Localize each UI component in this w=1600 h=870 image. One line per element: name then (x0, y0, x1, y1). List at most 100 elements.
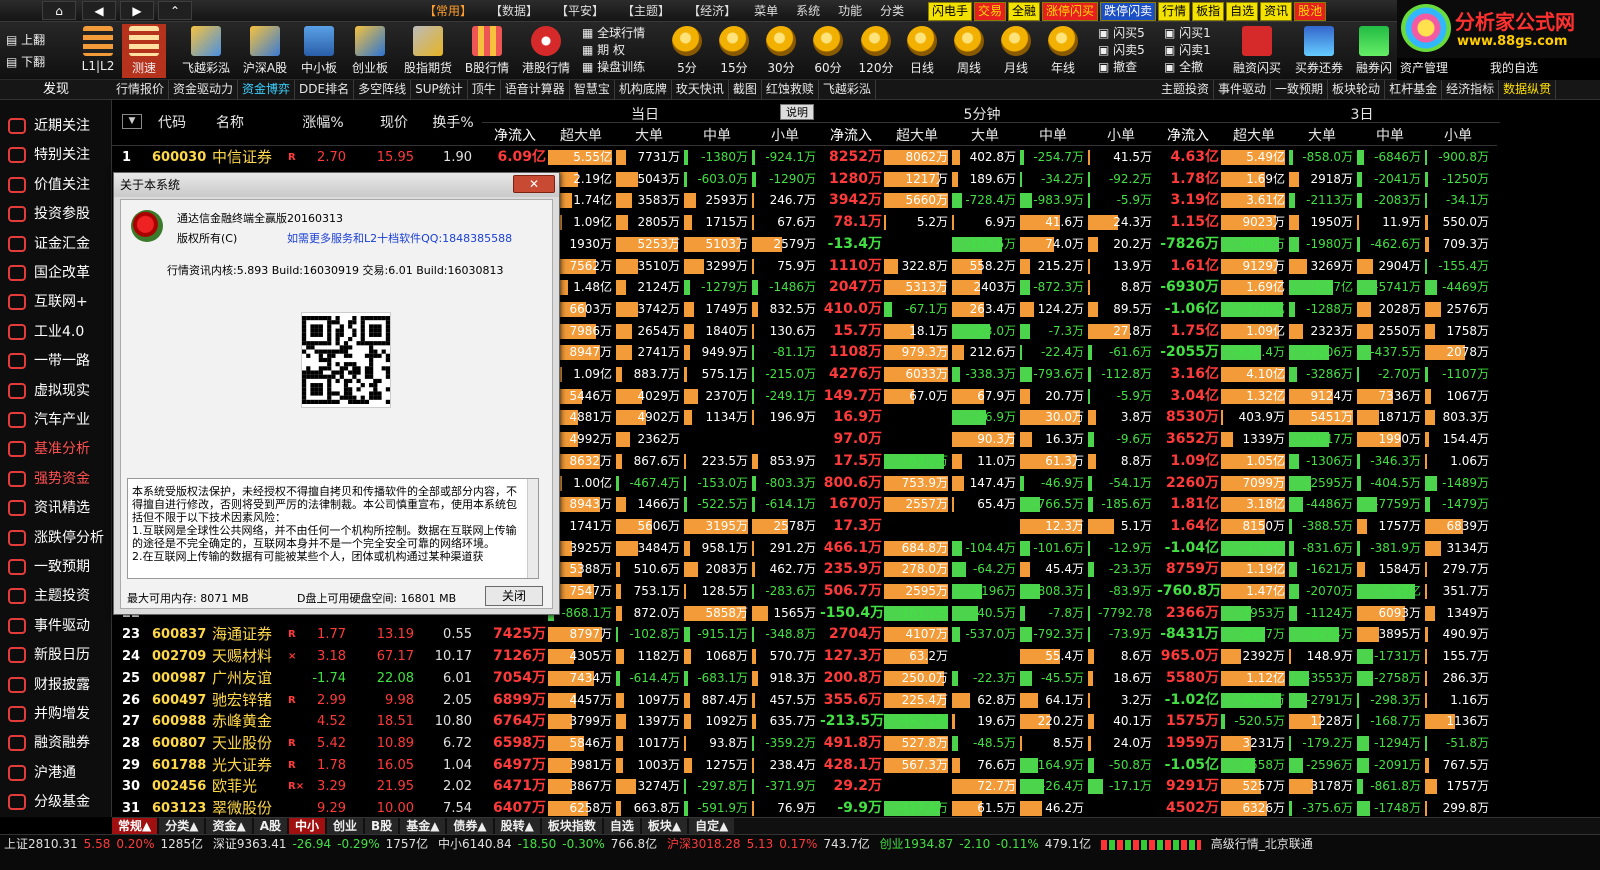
sidebar-item-7[interactable]: 工业4.0 (0, 318, 112, 347)
margin-flash-buy-button[interactable]: 融资闪买 (1228, 24, 1286, 78)
period-60m-button[interactable]: 60分 (809, 24, 847, 78)
quick-flash-hand[interactable]: 闪电手 (928, 2, 973, 21)
quick-watchlist[interactable]: 自选 (1226, 2, 1259, 21)
tab-left-13[interactable]: 飞越彩泓 (819, 80, 876, 99)
sme-board-button[interactable]: 中小板 (298, 24, 340, 78)
service-link[interactable]: 如需更多服务和L2十档软件QQ:1848385588 (287, 230, 512, 246)
sidebar-item-10[interactable]: 汽车产业 (0, 406, 112, 435)
tab-left-11[interactable]: 截图 (729, 80, 762, 99)
bottom-tab-3[interactable]: A股 (253, 818, 287, 834)
flow-header-0-4[interactable]: 小单 (752, 125, 818, 145)
tab-right-0[interactable]: 主题投资 (1157, 80, 1215, 99)
header-change-pct[interactable]: 涨幅% (298, 112, 348, 132)
table-row[interactable]: 24 002709 天赐材料 × 3.18 67.17 10.17 7126万 4305万 118… (112, 646, 1497, 667)
speed-test-button[interactable]: 测速 (122, 24, 166, 78)
back-icon[interactable]: ◀ (82, 1, 116, 20)
tab-right-4[interactable]: 杠杆基金 (1385, 80, 1443, 99)
sidebar-item-13[interactable]: 资讯精选 (0, 494, 112, 523)
b-share-button[interactable]: B股行情 (462, 24, 512, 78)
gem-board-button[interactable]: 创业板 (348, 24, 392, 78)
menu-category[interactable]: 分类 (871, 2, 913, 20)
close-button[interactable]: 关闭 (485, 586, 543, 606)
page-up-button[interactable]: ▤ 上翻 (6, 32, 45, 49)
collapse-icon[interactable]: ⌃ (158, 1, 192, 20)
flash-buy1-button[interactable]: ▣ 闪买1 (1164, 25, 1211, 42)
my-watchlist-button[interactable]: 我的自选 (1490, 60, 1538, 77)
flow-header-1-0[interactable]: 净流入 (820, 125, 882, 145)
menu-data[interactable]: 【数据】 (481, 2, 547, 20)
sidebar-item-15[interactable]: 一致预期 (0, 553, 112, 582)
sidebar-item-14[interactable]: 涨跌停分析 (0, 524, 112, 553)
page-down-button[interactable]: ▤ 下翻 (6, 54, 45, 71)
tab-left-9[interactable]: 机构底牌 (615, 80, 672, 99)
sh-sz-a-button[interactable]: 沪深A股 (240, 24, 290, 78)
bottom-tab-5[interactable]: 创业 (327, 818, 364, 834)
flow-header-2-4[interactable]: 小单 (1425, 125, 1491, 145)
flow-header-2-2[interactable]: 大单 (1289, 125, 1355, 145)
sidebar-item-16[interactable]: 主题投资 (0, 582, 112, 611)
header-name[interactable]: 名称 (208, 112, 252, 132)
asset-mgmt-button[interactable]: 资产管理 (1400, 60, 1448, 77)
menu-function[interactable]: 功能 (829, 2, 871, 20)
flow-header-2-1[interactable]: 超大单 (1221, 125, 1287, 145)
sidebar-item-4[interactable]: 证金汇金 (0, 230, 112, 259)
period-5m-button[interactable]: 5分 (668, 24, 706, 78)
bottom-tab-9[interactable]: 股转▲ (494, 818, 540, 834)
flow-header-0-1[interactable]: 超大单 (548, 125, 614, 145)
period-120m-button[interactable]: 120分 (854, 24, 898, 78)
flow-header-1-4[interactable]: 小单 (1088, 125, 1154, 145)
quick-news[interactable]: 资讯 (1260, 2, 1293, 21)
bottom-tab-13[interactable]: 自定▲ (689, 818, 735, 834)
period-week-button[interactable]: 周线 (950, 24, 988, 78)
menu-common[interactable]: 【常用】 (415, 2, 481, 20)
sidebar-item-2[interactable]: 价值关注 (0, 171, 112, 200)
sidebar-item-12[interactable]: 强势资金 (0, 465, 112, 494)
tab-left-6[interactable]: 顶牛 (468, 80, 501, 99)
sidebar-item-6[interactable]: 互联网+ (0, 288, 112, 317)
sidebar-item-0[interactable]: 近期关注 (0, 112, 112, 141)
dialog-close-icon[interactable]: ✕ (513, 175, 555, 193)
period-year-button[interactable]: 年线 (1044, 24, 1082, 78)
flow-header-2-3[interactable]: 中单 (1357, 125, 1423, 145)
table-row[interactable]: 31 603123 翠微股份 9.29 10.00 7.54 6407万 6258万 663.8… (112, 798, 1497, 819)
trade-training-button[interactable]: ▦ 操盘训练 (582, 59, 645, 76)
quick-limit-down-sell[interactable]: 跌停闪卖 (1100, 2, 1157, 21)
tab-left-0[interactable]: 行情报价 (112, 80, 170, 99)
hk-stocks-button[interactable]: 港股行情 (520, 24, 572, 78)
flow-header-1-1[interactable]: 超大单 (884, 125, 950, 145)
header-turnover[interactable]: 换手% (428, 112, 478, 132)
flash-sell5-button[interactable]: ▣ 闪卖5 (1098, 42, 1145, 59)
bottom-tab-10[interactable]: 板块指数 (541, 818, 602, 834)
table-row[interactable]: 26 600497 驰宏锌锗 R 2.99 9.98 2.05 6899万 4457万 1097万… (112, 690, 1497, 711)
sidebar-item-20[interactable]: 并购增发 (0, 700, 112, 729)
flash-buy5-button[interactable]: ▣ 闪买5 (1098, 25, 1145, 42)
quick-index[interactable]: 板指 (1192, 2, 1225, 21)
global-quotes-button[interactable]: ▦ 全球行情 (582, 25, 645, 42)
tab-right-5[interactable]: 经济指标 (1442, 80, 1500, 99)
quick-limit-up-buy[interactable]: 涨停闪买 (1042, 2, 1099, 21)
flow-header-0-3[interactable]: 中单 (684, 125, 750, 145)
menu-menu[interactable]: 菜单 (745, 2, 787, 20)
tab-left-1[interactable]: 资金驱动力 (169, 80, 239, 99)
table-row[interactable]: 1 600030 中信证券 R 2.70 15.95 1.90 6.09亿 5.55亿 7731万… (112, 147, 1497, 168)
flow-header-0-2[interactable]: 大单 (616, 125, 682, 145)
period-30m-button[interactable]: 30分 (762, 24, 800, 78)
sidebar-item-17[interactable]: 事件驱动 (0, 612, 112, 641)
tab-left-2[interactable]: 资金博弈 (238, 80, 296, 99)
sidebar-item-3[interactable]: 投资参股 (0, 200, 112, 229)
sidebar-item-8[interactable]: 一带一路 (0, 347, 112, 376)
sidebar-item-22[interactable]: 沪港通 (0, 759, 112, 788)
quick-quotes[interactable]: 行情 (1158, 2, 1191, 21)
bottom-tab-12[interactable]: 板块▲ (641, 818, 688, 834)
bottom-tab-4[interactable]: 中小 (289, 818, 326, 834)
flow-header-1-2[interactable]: 大单 (952, 125, 1018, 145)
server-name[interactable]: 高级行情_北京联通 (1211, 837, 1313, 851)
quick-trade[interactable]: 交易 (974, 2, 1007, 21)
license-scrollbar[interactable] (527, 479, 538, 578)
tab-left-5[interactable]: SUP统计 (411, 80, 468, 99)
flash-sell1-button[interactable]: ▣ 闪卖1 (1164, 42, 1211, 59)
short-flash-sell-button[interactable]: 融券闪卖 (1352, 24, 1396, 92)
tab-left-8[interactable]: 智慧宝 (570, 80, 615, 99)
header-code[interactable]: 代码 (152, 112, 192, 132)
tab-left-12[interactable]: 红蚀救赎 (762, 80, 819, 99)
